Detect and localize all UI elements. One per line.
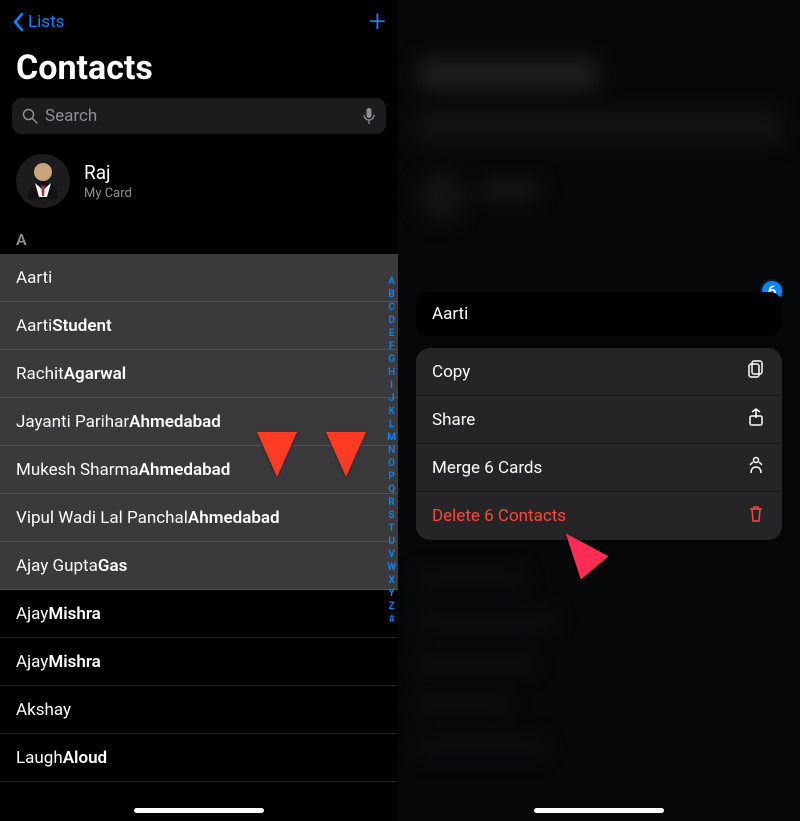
contact-row[interactable]: Ajay Mishra: [0, 590, 398, 638]
menu-item-merge[interactable]: Merge 6 Cards: [416, 444, 782, 492]
search-input[interactable]: Search: [12, 98, 386, 134]
contact-row[interactable]: Vipul Wadi Lal Panchal Ahmedabad: [0, 494, 398, 542]
add-button[interactable]: +: [369, 7, 386, 37]
context-menu: CopyShareMerge 6 CardsDelete 6 Contacts: [416, 348, 782, 540]
section-header: A: [0, 226, 398, 254]
search-icon: [22, 108, 38, 124]
contacts-pane: Lists + Contacts Search Raj My Card A Aa…: [0, 0, 398, 821]
alpha-index[interactable]: ABCDEFGHIJKLMNOPQRSTUVWXYZ#: [387, 275, 396, 626]
context-pane: 6 Aarti CopyShareMerge 6 CardsDelete 6 C…: [398, 0, 800, 821]
home-indicator: [134, 808, 264, 813]
contact-row[interactable]: Jayanti Parihar Ahmedabad: [0, 398, 398, 446]
back-label: Lists: [28, 12, 64, 32]
back-button[interactable]: Lists: [12, 12, 64, 32]
nav-bar: Lists +: [0, 0, 398, 44]
my-card-name: Raj: [84, 161, 132, 184]
merge-icon: [746, 455, 766, 480]
contact-row[interactable]: Laugh Aloud: [0, 734, 398, 782]
my-card-sub: My Card: [84, 186, 132, 201]
home-indicator: [534, 808, 664, 813]
contact-row[interactable]: Aarti: [0, 254, 398, 302]
page-title: Contacts: [0, 44, 398, 98]
contact-list: AartiAarti StudentRachit AgarwalJayanti …: [0, 254, 398, 782]
contact-row[interactable]: Akshay: [0, 686, 398, 734]
my-card[interactable]: Raj My Card: [0, 148, 398, 226]
search-placeholder: Search: [45, 106, 362, 126]
selected-card-name: Aarti: [432, 304, 468, 324]
selected-card[interactable]: Aarti: [416, 292, 782, 336]
contact-row[interactable]: Aarti Student: [0, 302, 398, 350]
menu-item-trash[interactable]: Delete 6 Contacts: [416, 492, 782, 540]
contact-row[interactable]: Ajay Gupta Gas: [0, 542, 398, 590]
contact-row[interactable]: Mukesh Sharma Ahmedabad: [0, 446, 398, 494]
menu-item-copy[interactable]: Copy: [416, 348, 782, 396]
chevron-left-icon: [12, 12, 26, 32]
mic-icon[interactable]: [362, 107, 376, 125]
contact-row[interactable]: Ajay Mishra: [0, 638, 398, 686]
contact-row[interactable]: Rachit Agarwal: [0, 350, 398, 398]
menu-item-share[interactable]: Share: [416, 396, 782, 444]
trash-icon: [746, 504, 766, 529]
avatar: [16, 154, 70, 208]
share-icon: [746, 407, 766, 432]
copy-icon: [746, 359, 766, 384]
